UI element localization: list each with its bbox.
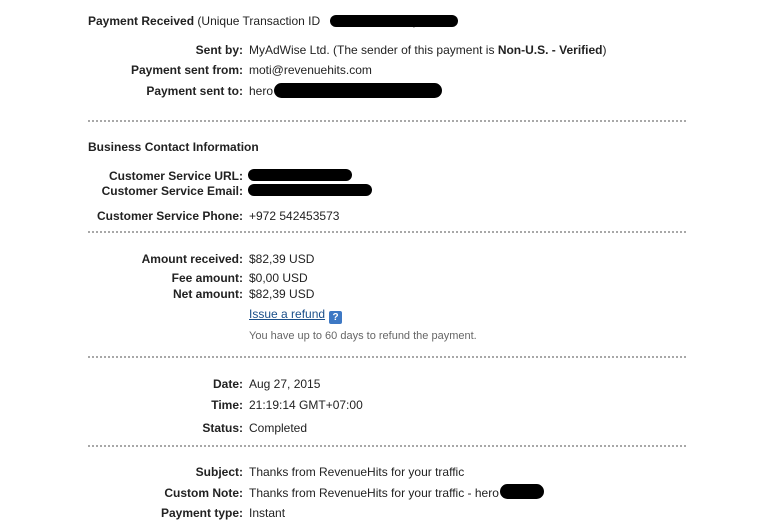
fee-amount-value: $0,00 USD [249,271,308,285]
section-divider [88,445,686,447]
issue-refund-row: Issue a refund? [249,307,343,324]
payment-sent-from-label: Payment sent from: [130,63,243,77]
date-label: Date: [212,377,243,391]
payment-type-label: Payment type: [160,506,243,520]
payment-type-value: Instant [249,506,286,520]
transaction-id-label: (Unique Transaction ID [197,14,321,28]
payment-sent-to-value: hero [249,84,274,98]
refund-note: You have up to 60 days to refund the pay… [249,330,477,342]
fee-amount-label: Fee amount: [171,271,243,285]
customer-service-email-label: Customer Service Email: [101,184,243,198]
status-value: Completed [249,421,308,435]
section-divider [88,231,686,233]
help-icon[interactable]: ? [329,311,343,324]
sender-note: (The sender of this payment is [333,43,495,57]
customer-service-phone-value: +972 542453573 [249,209,340,223]
customer-service-email-redaction [248,184,372,196]
custom-note-value: Thanks from RevenueHits for your traffic… [249,486,499,500]
date-value: Aug 27, 2015 [249,377,321,391]
amount-received-label: Amount received: [141,252,243,266]
sender-status: Non-U.S. - Verified [497,43,603,57]
customer-service-url-redaction [248,169,352,181]
section-divider [88,120,686,122]
subject-value: Thanks from RevenueHits for your traffic [249,465,465,479]
net-amount-value: $82,39 USD [249,287,315,301]
sent-by-label: Sent by: [195,43,243,57]
customer-service-url-label: Customer Service URL: [108,169,243,183]
amount-received-value: $82,39 USD [249,252,315,266]
payment-sent-to-label: Payment sent to: [146,84,243,98]
transaction-id-redaction [330,15,458,27]
business-section-title: Business Contact Information [88,140,259,154]
status-label: Status: [202,421,243,435]
payment-sent-from-value: moti@revenuehits.com [249,63,372,77]
custom-note-label: Custom Note: [164,486,243,500]
page-title: Payment Received [88,14,195,28]
section-divider [88,356,686,358]
sender-note-end: ) [602,43,607,57]
customer-service-phone-label: Customer Service Phone: [96,209,243,223]
recipient-redaction [274,83,442,98]
issue-refund-link[interactable]: Issue a refund [249,307,325,321]
net-amount-label: Net amount: [173,287,243,301]
sent-by-value: MyAdWise Ltd. (The sender of this paymen… [249,43,607,57]
time-label: Time: [211,398,243,412]
time-value: 21:19:14 GMT+07:00 [249,398,363,412]
sender-name: MyAdWise Ltd. [249,43,330,57]
custom-note-redaction [500,484,544,499]
subject-label: Subject: [195,465,243,479]
